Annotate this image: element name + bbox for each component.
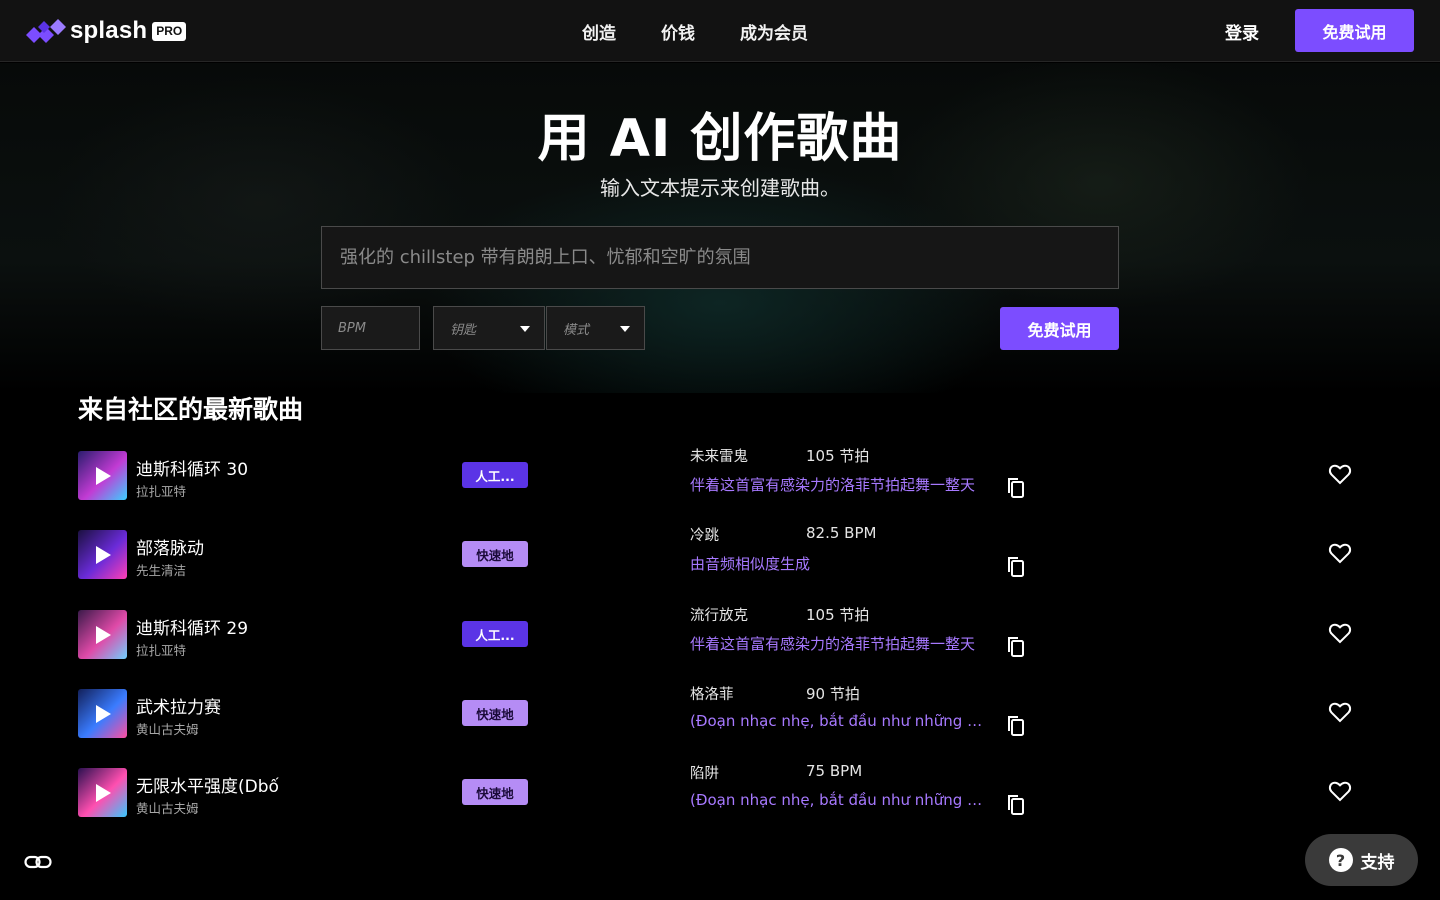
song-prompt[interactable]: 由音频相似度生成	[690, 553, 990, 574]
mode-placeholder: 模式	[563, 322, 590, 338]
play-icon[interactable]	[96, 467, 111, 485]
mode-select[interactable]: 模式	[546, 306, 645, 350]
song-prompt[interactable]: 伴着这首富有感染力的洛菲节拍起舞一整天	[690, 474, 990, 495]
support-label: 支持	[1360, 852, 1395, 873]
song-genre: 格洛菲	[690, 687, 734, 703]
chevron-down-icon	[520, 326, 530, 332]
heart-icon[interactable]	[1328, 541, 1352, 565]
song-title[interactable]: 无限水平强度(Dbố	[136, 772, 279, 797]
model-badge: 快速地	[462, 541, 528, 567]
link-icon[interactable]	[24, 852, 52, 872]
play-icon[interactable]	[96, 784, 111, 802]
chevron-down-icon	[620, 326, 630, 332]
song-bpm: 82.5 BPM	[806, 524, 877, 542]
login-link[interactable]: 登录	[1225, 19, 1259, 44]
song-title[interactable]: 部落脉动	[136, 534, 204, 559]
song-row: 武术拉力赛黄山古夫姆 快速地 格洛菲 90 节拍 (Đoạn nhạc nhẹ, bắt…	[0, 685, 1440, 749]
song-genre: 陷阱	[690, 766, 719, 782]
nav-membership[interactable]: 成为会员	[740, 19, 808, 44]
help-icon: ?	[1328, 848, 1353, 872]
heart-icon[interactable]	[1328, 621, 1352, 645]
copy-icon[interactable]	[1004, 792, 1026, 816]
model-badge: 人工...	[462, 462, 528, 488]
song-prompt[interactable]: (Đoạn nhạc nhẹ, bắt đầu như những nốt nh…	[690, 791, 990, 809]
nav-create[interactable]: 创造	[582, 19, 616, 44]
prompt-input[interactable]	[321, 226, 1119, 289]
play-icon[interactable]	[96, 705, 111, 723]
hero-free-trial-button[interactable]: 免费试用	[1000, 307, 1119, 350]
heart-icon[interactable]	[1328, 700, 1352, 724]
song-artist: 黄山古夫姆	[136, 722, 199, 737]
splash-logo[interactable]: splash PRO	[26, 16, 187, 46]
song-thumbnail[interactable]	[78, 451, 127, 500]
hero-title: 用 AI 创作歌曲	[537, 109, 903, 169]
song-artist: 拉扎亚特	[136, 643, 187, 658]
bpm-input[interactable]: BPM	[321, 306, 420, 350]
splash-logo-icon	[26, 19, 66, 43]
play-icon[interactable]	[96, 546, 111, 564]
play-icon[interactable]	[96, 626, 111, 644]
heart-icon[interactable]	[1328, 779, 1352, 803]
copy-icon[interactable]	[1004, 634, 1026, 658]
copy-icon[interactable]	[1004, 554, 1026, 578]
song-title[interactable]: 迪斯科循环 29	[136, 614, 248, 639]
song-thumbnail[interactable]	[78, 689, 127, 738]
bpm-placeholder: BPM	[338, 320, 366, 336]
song-thumbnail[interactable]	[78, 768, 127, 817]
top-nav-bar: splash PRO 创造 价钱 成为会员 登录 免费试用	[0, 0, 1440, 62]
song-bpm: 105 节拍	[806, 606, 870, 624]
song-genre: 流行放克	[690, 608, 748, 624]
copy-icon[interactable]	[1004, 713, 1026, 737]
song-prompt[interactable]: 伴着这首富有感染力的洛菲节拍起舞一整天	[690, 633, 990, 654]
model-badge: 快速地	[462, 700, 528, 726]
song-artist: 拉扎亚特	[136, 484, 187, 499]
model-badge: 人工...	[462, 621, 528, 647]
song-title[interactable]: 武术拉力赛	[136, 693, 221, 718]
key-select[interactable]: 钥匙	[433, 306, 545, 350]
song-thumbnail[interactable]	[78, 610, 127, 659]
song-thumbnail[interactable]	[78, 530, 127, 579]
support-button[interactable]: ? 支持	[1305, 834, 1418, 886]
logo-text: splash	[70, 17, 148, 44]
key-placeholder: 钥匙	[450, 322, 477, 338]
song-row: 无限水平强度(Dbố 黄山古夫姆 快速地 陷阱 75 BPM (Đoạn nhạc nhẹ…	[0, 762, 1440, 828]
heart-icon[interactable]	[1328, 462, 1352, 486]
pro-badge: PRO	[152, 21, 187, 41]
song-genre: 冷跳	[690, 528, 719, 544]
song-row: 迪斯科循环 29 拉扎亚特 人工... 流行放克 105 节拍伴着这首富有感染力的洛菲节…	[0, 606, 1440, 670]
song-bpm: 90 节拍	[806, 685, 860, 703]
section-title: 来自社区的最新歌曲	[78, 395, 304, 424]
song-row: 部落脉动先生清洁 快速地 冷跳 82.5 BPM 由音频相似度生成	[0, 524, 1440, 590]
hero-subtitle: 输入文本提示来创建歌曲。	[600, 176, 840, 200]
song-genre: 未来雷鬼	[690, 449, 748, 465]
song-bpm: 105 节拍	[806, 447, 870, 465]
header-free-trial-button[interactable]: 免费试用	[1295, 9, 1414, 52]
song-bpm: 75 BPM	[806, 762, 863, 780]
model-badge: 快速地	[462, 779, 528, 805]
song-prompt[interactable]: (Đoạn nhạc nhẹ, bắt đầu như những nốt nh…	[690, 712, 990, 730]
song-artist: 先生清洁	[136, 563, 187, 578]
copy-icon[interactable]	[1004, 475, 1026, 499]
song-row: 迪斯科循环 30 拉扎亚特 人工... 未来雷鬼 105 节拍伴着这首富有感染力的洛菲节…	[0, 447, 1440, 511]
song-title[interactable]: 迪斯科循环 30	[136, 455, 248, 480]
nav-pricing[interactable]: 价钱	[661, 19, 695, 44]
song-artist: 黄山古夫姆	[136, 801, 199, 816]
